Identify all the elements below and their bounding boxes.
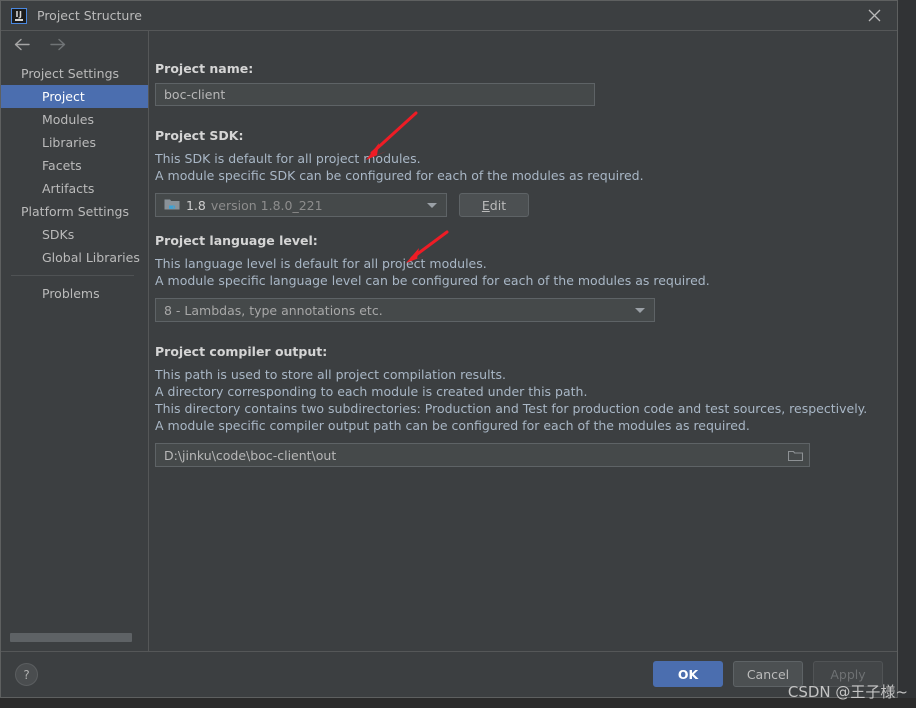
language-level-description-line-2: A module specific language level can be … <box>155 273 710 288</box>
folder-browse-icon[interactable] <box>782 445 808 465</box>
language-level-label: Project language level: <box>155 233 318 248</box>
intellij-idea-icon: IJ <box>11 7 27 24</box>
project-name-label: Project name: <box>155 61 254 76</box>
sidebar-item-libraries[interactable]: Libraries <box>1 131 148 154</box>
sidebar-item-facets[interactable]: Facets <box>1 154 148 177</box>
close-icon[interactable] <box>851 1 897 30</box>
project-sdk-description-line-2: A module specific SDK can be configured … <box>155 168 644 183</box>
sidebar-item-sdks[interactable]: SDKs <box>1 223 148 246</box>
settings-tree: Project Settings Project Modules Librari… <box>1 59 148 651</box>
ok-button[interactable]: OK <box>653 661 723 687</box>
project-structure-dialog: IJ Project Structure Project Settings Pr… <box>0 0 898 698</box>
chevron-down-icon <box>427 203 437 208</box>
arrow-right-icon[interactable] <box>49 36 67 55</box>
dialog-title: Project Structure <box>37 8 142 23</box>
project-sdk-combobox[interactable]: 1.8 version 1.8.0_221 <box>155 193 447 217</box>
compiler-output-description: This path is used to store all project c… <box>155 366 897 434</box>
java-sdk-folder-icon <box>164 197 180 214</box>
sidebar-group-platform-settings: Platform Settings <box>21 204 129 219</box>
project-settings-panel: Project name: boc-client Project SDK: Th… <box>149 31 897 651</box>
sidebar-separator <box>11 275 134 276</box>
screenshot-root: IJ Project Structure Project Settings Pr… <box>0 0 916 708</box>
dialog-footer: ? OK Cancel Apply <box>1 651 897 697</box>
language-level-value: 8 - Lambdas, type annotations etc. <box>164 302 383 318</box>
project-name-input[interactable]: boc-client <box>155 83 595 106</box>
sidebar-item-artifacts[interactable]: Artifacts <box>1 177 148 200</box>
chevron-down-icon <box>635 308 645 313</box>
sidebar-item-modules[interactable]: Modules <box>1 108 148 131</box>
compiler-output-section: Project compiler output: This path is us… <box>149 344 897 467</box>
language-level-description: This language level is default for all p… <box>155 255 897 289</box>
help-question-icon[interactable]: ? <box>15 663 38 686</box>
project-name-section: Project name: boc-client <box>149 61 897 106</box>
settings-sidebar: Project Settings Project Modules Librari… <box>1 31 149 651</box>
sidebar-horizontal-scrollbar[interactable] <box>10 633 132 642</box>
background-ide-bottom-edge <box>0 698 916 708</box>
project-sdk-version: version 1.8.0_221 <box>210 197 323 213</box>
dialog-body: Project Settings Project Modules Librari… <box>1 30 897 651</box>
sdk-edit-button-mnemonic: E <box>481 197 490 213</box>
compiler-output-path-input[interactable]: D:\jinku\code\boc-client\out <box>155 443 810 467</box>
project-sdk-label: Project SDK: <box>155 128 244 143</box>
sdk-edit-button[interactable]: Edit <box>459 193 529 217</box>
language-level-description-line-1: This language level is default for all p… <box>155 256 487 271</box>
project-sdk-description: This SDK is default for all project modu… <box>155 150 897 184</box>
project-sdk-name: 1.8 <box>186 197 206 213</box>
sidebar-item-project[interactable]: Project <box>1 85 148 108</box>
sidebar-item-problems[interactable]: Problems <box>1 282 148 305</box>
arrow-left-icon[interactable] <box>13 36 31 55</box>
compiler-output-description-line-3: This directory contains two subdirectori… <box>155 401 868 416</box>
sidebar-navigation <box>1 31 148 59</box>
cancel-button[interactable]: Cancel <box>733 661 803 687</box>
sidebar-group-project-settings: Project Settings <box>21 66 120 81</box>
project-sdk-section: Project SDK: This SDK is default for all… <box>149 128 897 217</box>
sdk-edit-button-label: dit <box>489 197 507 213</box>
dialog-titlebar: IJ Project Structure <box>1 1 897 30</box>
dialog-action-buttons: OK Cancel Apply <box>653 661 883 687</box>
background-ide-right-edge <box>898 0 916 708</box>
project-sdk-controls: 1.8 version 1.8.0_221 Edit <box>155 193 897 217</box>
sidebar-item-global-libraries[interactable]: Global Libraries <box>1 246 148 269</box>
compiler-output-path-value: D:\jinku\code\boc-client\out <box>164 447 337 463</box>
apply-button: Apply <box>813 661 883 687</box>
compiler-output-description-line-4: A module specific compiler output path c… <box>155 418 750 433</box>
compiler-output-description-line-2: A directory corresponding to each module… <box>155 384 588 399</box>
language-level-combobox[interactable]: 8 - Lambdas, type annotations etc. <box>155 298 655 322</box>
compiler-output-label: Project compiler output: <box>155 344 328 359</box>
project-sdk-description-line-1: This SDK is default for all project modu… <box>155 151 421 166</box>
language-level-section: Project language level: This language le… <box>149 233 897 322</box>
compiler-output-description-line-1: This path is used to store all project c… <box>155 367 506 382</box>
